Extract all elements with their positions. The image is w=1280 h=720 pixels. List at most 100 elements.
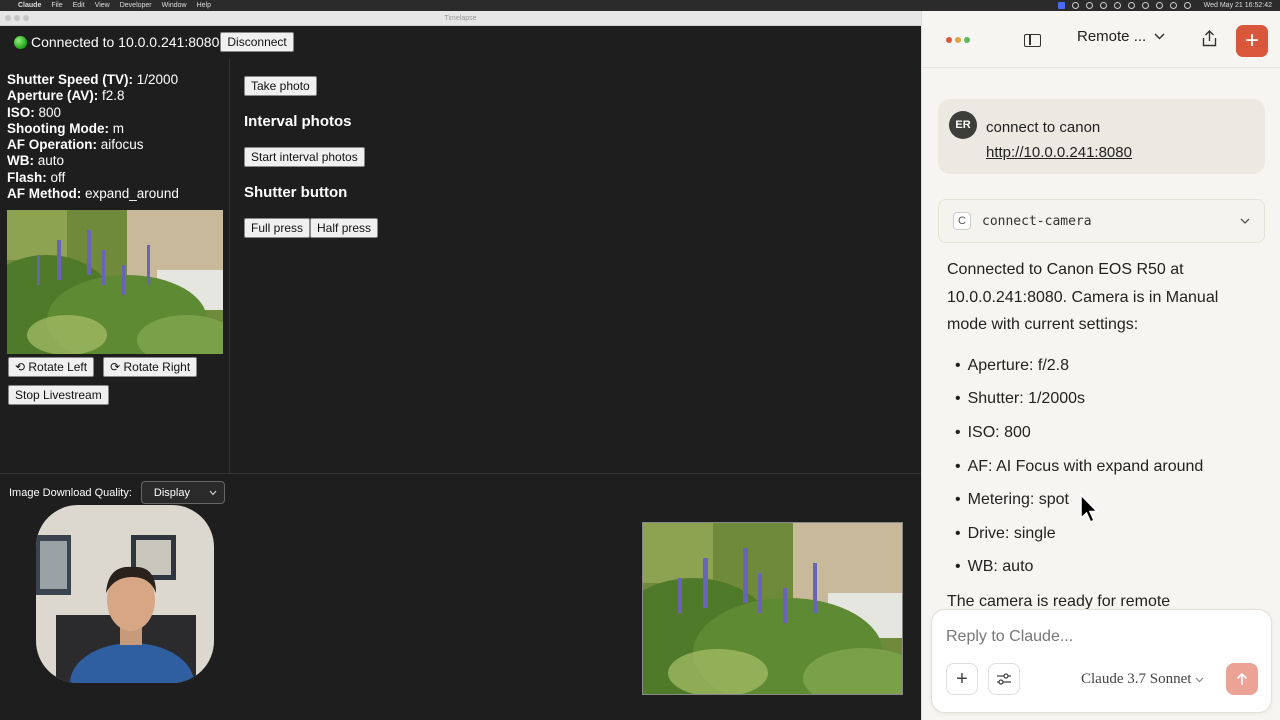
claude-chat-panel: Remote ... + ER connect to canon http://… [921, 11, 1280, 720]
user-message-link[interactable]: http://10.0.0.241:8080 [986, 144, 1132, 161]
zoom-window-button[interactable] [23, 15, 29, 21]
user-message: ER connect to canon http://10.0.0.241:80… [938, 99, 1265, 174]
sidebar-toggle-icon[interactable] [1024, 34, 1041, 47]
message-composer[interactable]: Reply to Claude... + Claude 3.7 Sonnet [931, 609, 1272, 713]
status-icon[interactable] [1085, 2, 1093, 9]
window-title: Timelapse [444, 14, 477, 22]
menu-developer[interactable]: Developer [120, 2, 152, 9]
half-press-button[interactable]: Half press [310, 218, 379, 238]
presenter-video-image [36, 505, 214, 683]
list-item: AF: AI Focus with expand around [947, 450, 1247, 484]
sliders-icon [997, 673, 1011, 685]
setting-label: Flash: [7, 169, 47, 185]
shutter-buttons: Full press Half press [244, 218, 379, 238]
model-selector[interactable]: Claude 3.7 Sonnet [1081, 671, 1204, 688]
camera-settings: Shutter Speed (TV): 1/2000 Aperture (AV)… [7, 72, 179, 202]
share-icon[interactable] [1202, 30, 1217, 47]
setting-af-operation: AF Operation: aifocus [7, 137, 179, 153]
setting-value: auto [37, 153, 65, 169]
new-chat-button[interactable]: + [1236, 25, 1268, 57]
setting-af-method: AF Method: expand_around [7, 186, 179, 202]
rotate-left-button[interactable]: ⟲ Rotate Left [8, 357, 95, 377]
window-controls [946, 37, 970, 43]
download-quality-value: Display [153, 486, 190, 499]
settings-list: Aperture: f/2.8 Shutter: 1/2000s ISO: 80… [947, 349, 1247, 584]
zoom-window-button[interactable] [964, 37, 970, 43]
chevron-down-icon [1240, 218, 1250, 224]
setting-value: expand_around [85, 186, 179, 202]
chevron-down-icon [209, 490, 217, 495]
connected-status-icon [14, 35, 27, 49]
tool-call-block[interactable]: C connect-camera [938, 199, 1265, 243]
garden-photo-image [7, 210, 223, 354]
list-item: Shutter: 1/2000s [947, 382, 1247, 416]
timelapse-window: Timelapse Connected to 10.0.0.241:8080 D… [0, 11, 921, 720]
setting-label: Aperture (AV): [7, 88, 99, 104]
stop-livestream-button[interactable]: Stop Livestream [8, 385, 109, 405]
menu-help[interactable]: Help [197, 2, 211, 9]
send-button[interactable] [1226, 663, 1258, 695]
screen-record-icon[interactable] [1057, 2, 1065, 9]
list-item: WB: auto [947, 550, 1247, 584]
setting-value: 800 [38, 104, 62, 120]
download-quality-select[interactable]: Display [140, 481, 225, 504]
setting-value: off [50, 169, 66, 185]
user-message-line: connect to canon [986, 119, 1101, 136]
setting-value: 1/2000 [136, 72, 179, 87]
menu-edit[interactable]: Edit [73, 2, 85, 9]
start-interval-button[interactable]: Start interval photos [244, 147, 365, 167]
chat-header: Remote ... + [922, 23, 1280, 59]
section-divider [0, 473, 921, 474]
control-center-icon[interactable] [1183, 2, 1191, 9]
minimize-window-button[interactable] [955, 37, 961, 43]
status-icon[interactable] [1127, 2, 1135, 9]
menu-file[interactable]: File [51, 2, 62, 9]
model-name: Claude 3.7 Sonnet [1081, 671, 1192, 687]
garden-photo-image [643, 523, 902, 694]
mouse-cursor-icon [1080, 494, 1099, 523]
reply-intro: Connected to Canon EOS R50 at 10.0.0.241… [947, 261, 1219, 334]
status-icon[interactable] [1071, 2, 1079, 9]
chevron-down-icon [1195, 677, 1204, 682]
conversation-title-dropdown[interactable]: Remote ... [1077, 28, 1165, 45]
setting-flash: Flash: off [7, 170, 179, 186]
full-press-button[interactable]: Full press [244, 218, 311, 238]
status-icon[interactable] [1099, 2, 1107, 9]
setting-label: Shutter Speed (TV): [7, 72, 134, 87]
wifi-icon[interactable] [1141, 2, 1149, 9]
camera-controls: Take photo Interval photos Start interva… [244, 76, 379, 238]
close-window-button[interactable] [946, 37, 952, 43]
menu-view[interactable]: View [95, 2, 110, 9]
tool-name: connect-camera [982, 213, 1092, 229]
reply-input-placeholder[interactable]: Reply to Claude... [946, 628, 1073, 646]
minimize-window-button[interactable] [14, 15, 20, 21]
menu-app-name[interactable]: Claude [18, 2, 41, 9]
livestream-preview [7, 210, 223, 354]
setting-wb: WB: auto [7, 153, 179, 169]
close-window-button[interactable] [5, 15, 11, 21]
setting-label: WB: [7, 153, 34, 169]
download-quality: Image Download Quality: Display [9, 481, 225, 504]
plus-icon: + [956, 667, 968, 690]
list-item: ISO: 800 [947, 416, 1247, 450]
download-quality-label: Image Download Quality: [9, 486, 132, 499]
battery-icon[interactable] [1155, 2, 1163, 9]
search-icon[interactable] [1169, 2, 1177, 9]
rotate-controls: ⟲ Rotate Left ⟳ Rotate Right [8, 357, 198, 377]
disconnect-button[interactable]: Disconnect [220, 32, 294, 52]
menu-clock[interactable]: Wed May 21 16:52:42 [1204, 2, 1272, 9]
menu-window[interactable]: Window [162, 2, 187, 9]
status-icons: Wed May 21 16:52:42 [1057, 2, 1272, 9]
rotate-right-button[interactable]: ⟳ Rotate Right [103, 357, 198, 377]
assistant-reply: Connected to Canon EOS R50 at 10.0.0.241… [947, 256, 1247, 616]
take-photo-button[interactable]: Take photo [244, 76, 317, 96]
connection-status-text: Connected to 10.0.0.241:8080 [31, 34, 220, 50]
setting-value: aifocus [100, 137, 144, 153]
downloaded-photo [642, 522, 903, 695]
header-divider [922, 67, 1280, 68]
tools-settings-button[interactable] [988, 663, 1020, 695]
setting-label: ISO: [7, 104, 35, 120]
add-attachment-button[interactable]: + [946, 663, 978, 695]
status-icon[interactable] [1113, 2, 1121, 9]
arrow-up-icon [1236, 672, 1248, 685]
